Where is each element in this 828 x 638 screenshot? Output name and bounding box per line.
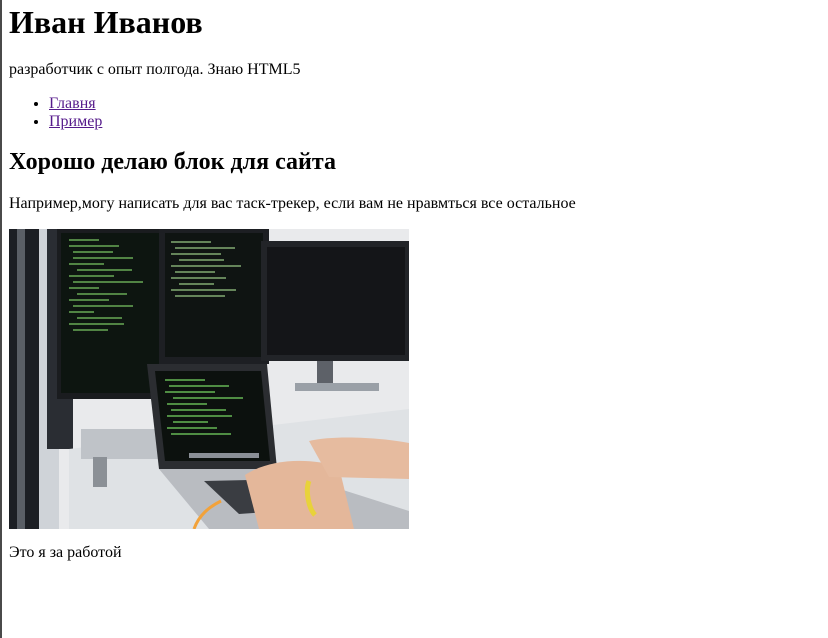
nav-link-example[interactable]: Пример bbox=[49, 113, 102, 130]
photo-caption: Это я за работой bbox=[9, 544, 122, 561]
nav-item-home: Главня bbox=[49, 95, 828, 113]
section-description: Например,могу написать для вас таск-трек… bbox=[9, 195, 576, 212]
section-heading: Хорошо делаю блок для сайта bbox=[9, 149, 336, 175]
nav-link-home[interactable]: Главня bbox=[49, 95, 96, 112]
window-left-border bbox=[0, 0, 2, 638]
page-title: Иван Иванов bbox=[9, 4, 203, 40]
workstation-photo bbox=[9, 229, 409, 529]
page-content: Иван Иванов разработчик с опыт полгода. … bbox=[0, 0, 828, 562]
intro-text: разработчик с опыт полгода. Знаю HTML5 bbox=[9, 61, 301, 78]
nav-item-example: Пример bbox=[49, 113, 828, 131]
nav-list: Главня Пример bbox=[9, 95, 828, 131]
